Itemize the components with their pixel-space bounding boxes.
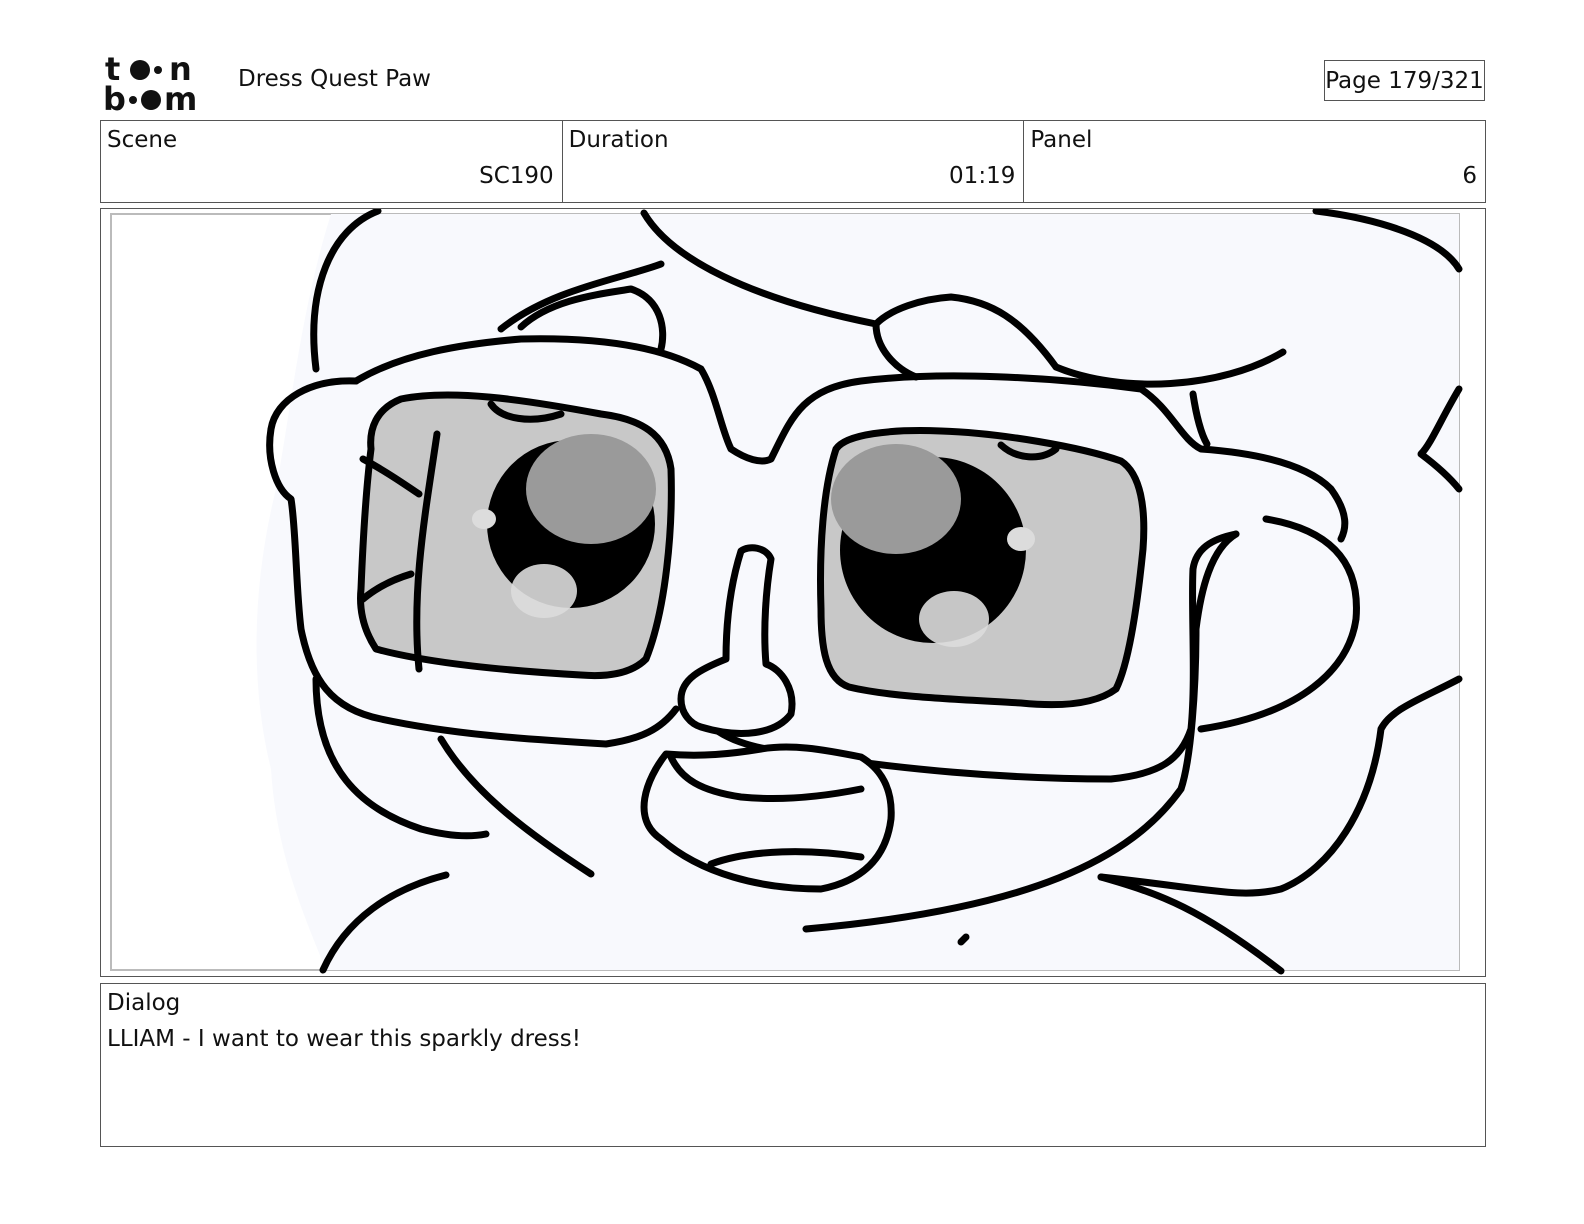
right-eye-sparkle xyxy=(919,591,989,647)
scene-cell: Scene SC190 xyxy=(101,121,563,202)
scene-value: SC190 xyxy=(479,163,554,189)
project-title: Dress Quest Paw xyxy=(238,66,431,92)
dialog-text: LLIAM - I want to wear this sparkly dres… xyxy=(107,1026,581,1052)
panel-cell: Panel 6 xyxy=(1024,121,1485,202)
character-drawing xyxy=(110,209,1463,975)
panel-value: 6 xyxy=(1462,163,1478,189)
duration-value: 01:19 xyxy=(949,163,1016,189)
toonboom-logo: t n b m xyxy=(103,50,215,118)
duration-cell: Duration 01:19 xyxy=(563,121,1025,202)
svg-text:b: b xyxy=(103,80,126,114)
left-eye-sparkle xyxy=(511,564,577,618)
duration-label: Duration xyxy=(568,127,669,153)
dialog-label: Dialog xyxy=(107,990,181,1016)
storyboard-panel xyxy=(100,208,1486,977)
scene-label: Scene xyxy=(107,127,178,153)
right-eye-highlight xyxy=(831,444,961,554)
left-eye-highlight xyxy=(526,434,656,544)
panel-label: Panel xyxy=(1030,127,1093,153)
dialog-box: Dialog LLIAM - I want to wear this spark… xyxy=(100,983,1486,1147)
page-indicator: Page 179/321 xyxy=(1324,60,1485,101)
info-table: Scene SC190 Duration 01:19 Panel 6 xyxy=(100,120,1486,203)
svg-text:m: m xyxy=(164,80,197,114)
